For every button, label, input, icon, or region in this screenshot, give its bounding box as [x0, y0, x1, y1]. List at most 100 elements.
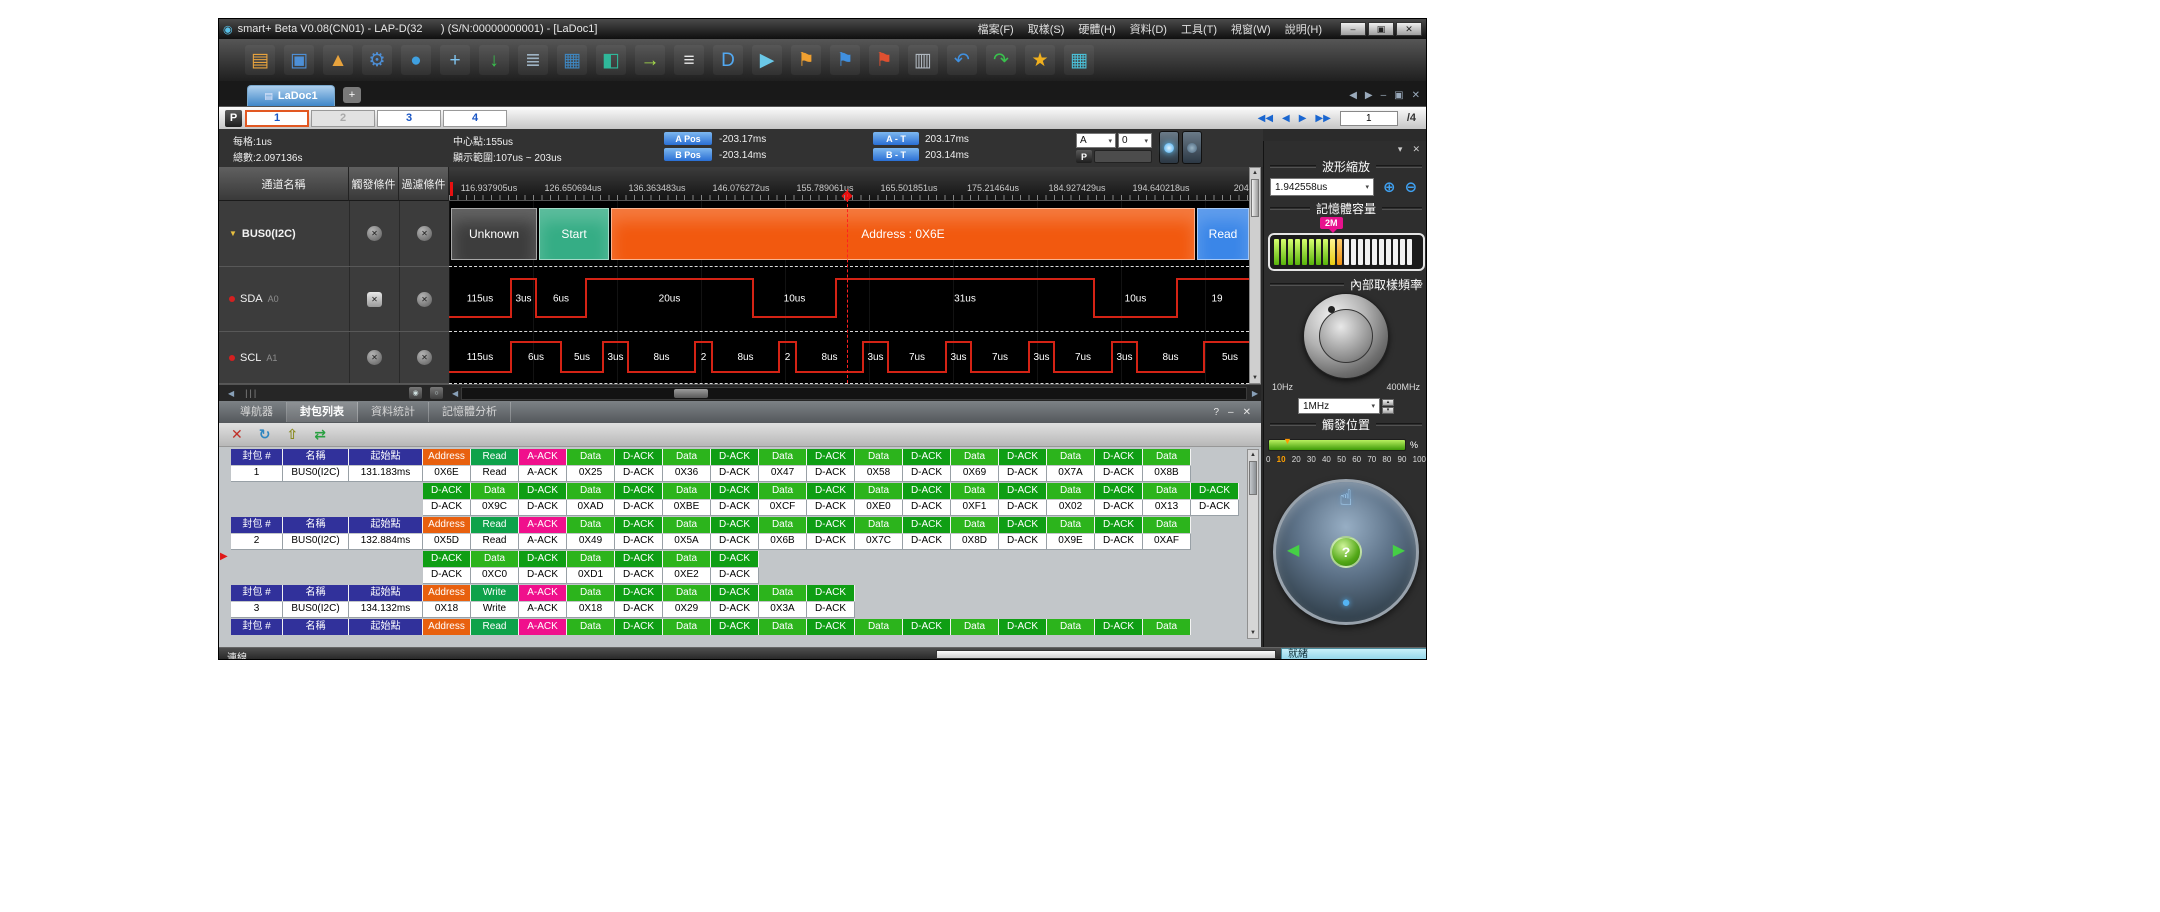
save-button[interactable]: ▣: [284, 45, 314, 75]
open-file-button[interactable]: ▤: [245, 45, 275, 75]
packet-value-cell[interactable]: D-ACK: [999, 500, 1047, 516]
packet-label-cell[interactable]: Read: [471, 619, 519, 635]
packet-value-cell[interactable]: 0X9C: [471, 500, 519, 516]
packet-value-cell[interactable]: A-ACK: [519, 602, 567, 618]
grid-view-button[interactable]: ▦: [557, 45, 587, 75]
packet-value-cell[interactable]: 0XCF: [759, 500, 807, 516]
packet-fixed-cell[interactable]: 封包 #: [231, 585, 283, 601]
page-button-2[interactable]: 2: [311, 110, 375, 127]
packet-value-cell[interactable]: D-ACK: [615, 534, 663, 550]
packet-label-cell[interactable]: Data: [1143, 517, 1191, 533]
b-pos-badge[interactable]: B Pos: [664, 148, 712, 161]
packet-table-scrollbar[interactable]: ▲ ▼: [1247, 449, 1259, 639]
packet-label-cell[interactable]: Data: [855, 483, 903, 499]
sync-packet-icon[interactable]: ⇄: [314, 426, 326, 443]
favorites-button[interactable]: ★: [1025, 45, 1055, 75]
rate-step-up-button[interactable]: ▴: [1382, 399, 1394, 406]
packet-label-cell[interactable]: D-ACK: [711, 551, 759, 567]
packet-value-cell[interactable]: D-ACK: [615, 500, 663, 516]
bottom-tab[interactable]: 導航器: [227, 402, 287, 422]
sample-rate-select[interactable]: 1MHz ▾: [1298, 398, 1380, 414]
packet-label-cell[interactable]: Data: [1047, 483, 1095, 499]
bulb-off-button[interactable]: [1182, 131, 1202, 164]
save-settings-button[interactable]: ⚙: [362, 45, 392, 75]
packet-fixed-cell[interactable]: 131.183ms: [349, 466, 423, 482]
packet-fixed-cell[interactable]: 名稱: [283, 517, 349, 533]
packet-fixed-cell[interactable]: 起始點: [349, 449, 423, 465]
acquire-button[interactable]: ↓: [479, 45, 509, 75]
packet-fixed-cell[interactable]: 封包 #: [231, 619, 283, 635]
packet-label-cell[interactable]: D-ACK: [519, 483, 567, 499]
channel-row-sda[interactable]: SDA A0 ✕ ✕: [219, 267, 449, 332]
close-button[interactable]: ✕: [1396, 22, 1422, 36]
probe-icon-2[interactable]: ○: [430, 387, 443, 399]
bottom-tab[interactable]: 封包列表: [287, 402, 358, 422]
page-button-4[interactable]: 4: [443, 110, 507, 127]
packet-value-cell[interactable]: 0X18: [567, 602, 615, 618]
packet-label-cell[interactable]: Data: [759, 449, 807, 465]
packet-fixed-cell[interactable]: 起始點: [349, 517, 423, 533]
doc-close-button[interactable]: ✕: [1412, 90, 1420, 101]
decode-segment[interactable]: Read: [1197, 208, 1249, 260]
packet-value-cell[interactable]: D-ACK: [999, 534, 1047, 550]
packet-value-cell[interactable]: 0X3A: [759, 602, 807, 618]
packet-label-cell[interactable]: Address: [423, 585, 471, 601]
next-page-button[interactable]: ▶: [1299, 113, 1307, 124]
minimize-button[interactable]: –: [1340, 22, 1366, 36]
packet-label-cell[interactable]: D-ACK: [807, 517, 855, 533]
packet-label-cell[interactable]: D-ACK: [711, 449, 759, 465]
packet-label-cell[interactable]: Data: [759, 619, 807, 635]
packet-value-cell[interactable]: 0X7A: [1047, 466, 1095, 482]
timeline-ruler[interactable]: 116.937905us126.650694us136.363483us146.…: [449, 167, 1249, 201]
packet-label-cell[interactable]: Data: [855, 619, 903, 635]
packet-label-cell[interactable]: D-ACK: [1191, 483, 1239, 499]
wave-scroll-left-icon[interactable]: ◀: [449, 389, 461, 398]
packet-fixed-cell[interactable]: 名稱: [283, 619, 349, 635]
packet-value-cell[interactable]: 0X25: [567, 466, 615, 482]
packet-label-cell[interactable]: Data: [471, 551, 519, 567]
packet-label-cell[interactable]: D-ACK: [615, 483, 663, 499]
packet-value-cell[interactable]: D-ACK: [807, 534, 855, 550]
packet-value-cell[interactable]: D-ACK: [711, 568, 759, 584]
packet-label-cell[interactable]: Data: [951, 449, 999, 465]
packet-value-cell[interactable]: 0XC0: [471, 568, 519, 584]
packet-value-cell[interactable]: 0XAD: [567, 500, 615, 516]
page-button-1[interactable]: 1: [245, 110, 309, 127]
doc-minimize-button[interactable]: –: [1381, 90, 1387, 101]
packet-label-cell[interactable]: D-ACK: [615, 551, 663, 567]
packet-label-cell[interactable]: A-ACK: [519, 449, 567, 465]
packet-value-cell[interactable]: Read: [471, 534, 519, 550]
page-button-3[interactable]: 3: [377, 110, 441, 127]
packet-value-cell[interactable]: 0X5A: [663, 534, 711, 550]
filter-none-icon[interactable]: ✕: [417, 350, 432, 365]
packet-value-cell[interactable]: 0X58: [855, 466, 903, 482]
packet-value-cell[interactable]: D-ACK: [423, 568, 471, 584]
packet-label-cell[interactable]: Data: [1143, 619, 1191, 635]
packet-label-cell[interactable]: Data: [567, 551, 615, 567]
packet-label-cell[interactable]: D-ACK: [1095, 483, 1143, 499]
packet-label-cell[interactable]: D-ACK: [423, 483, 471, 499]
scroll-up-icon[interactable]: ▲: [1248, 450, 1258, 460]
packet-fixed-cell[interactable]: BUS0(I2C): [283, 602, 349, 618]
packet-label-cell[interactable]: D-ACK: [999, 619, 1047, 635]
goto-button[interactable]: →: [635, 45, 665, 75]
packet-value-cell[interactable]: D-ACK: [519, 500, 567, 516]
packet-label-cell[interactable]: D-ACK: [615, 585, 663, 601]
export-packet-icon[interactable]: ⇧: [286, 426, 298, 443]
flag-b-button[interactable]: ⚑: [830, 45, 860, 75]
window-layout-button[interactable]: ◧: [596, 45, 626, 75]
packet-value-cell[interactable]: D-ACK: [711, 466, 759, 482]
memory-depth-button[interactable]: ≣: [518, 45, 548, 75]
documents-button[interactable]: ≡: [674, 45, 704, 75]
restore-button[interactable]: ▣: [1368, 22, 1394, 36]
packet-value-cell[interactable]: Read: [471, 466, 519, 482]
packet-value-cell[interactable]: 0X18: [423, 602, 471, 618]
flag-t-button[interactable]: ⚑: [869, 45, 899, 75]
packet-label-cell[interactable]: Data: [1143, 483, 1191, 499]
page-p-button[interactable]: P: [225, 110, 242, 127]
packet-value-cell[interactable]: D-ACK: [615, 568, 663, 584]
packet-label-cell[interactable]: Data: [663, 517, 711, 533]
probe-icon-1[interactable]: ◉: [409, 387, 422, 399]
menu-item[interactable]: 說明(H): [1278, 21, 1329, 37]
packet-fixed-cell[interactable]: 名稱: [283, 585, 349, 601]
